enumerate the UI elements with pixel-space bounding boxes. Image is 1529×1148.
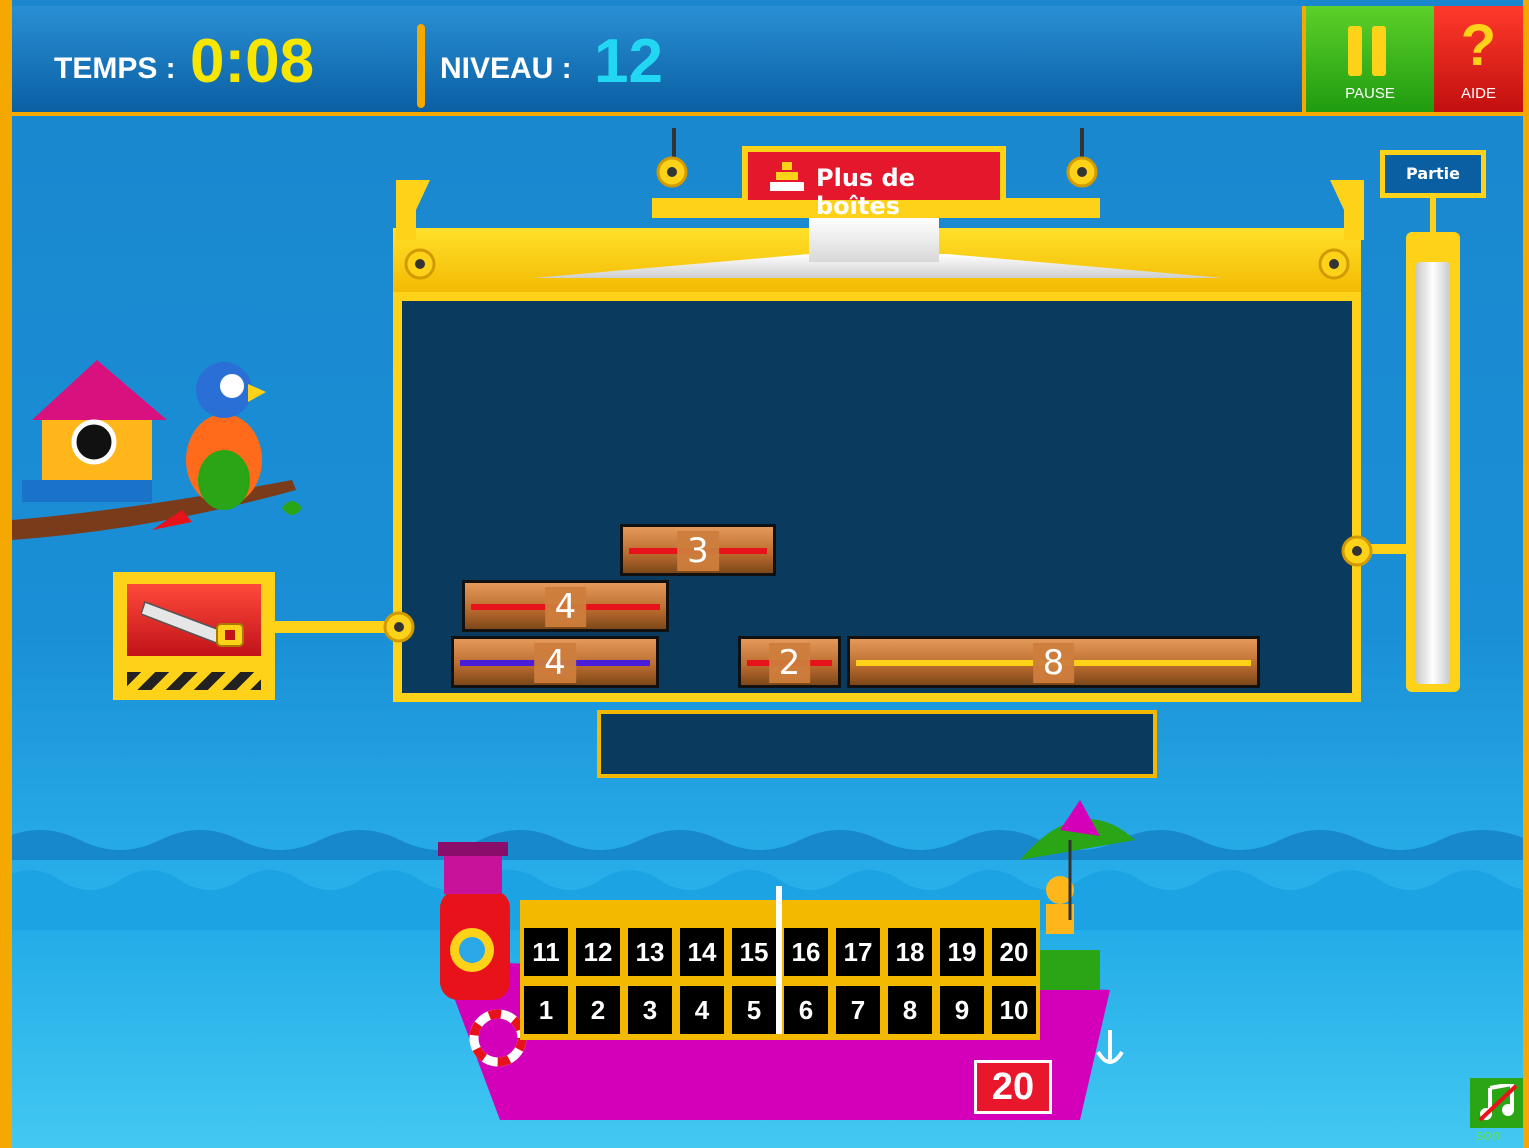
ruler-cell: 3 — [628, 986, 672, 1034]
question-mark-icon: ? — [1460, 13, 1497, 78]
partie-progress-fill — [1416, 262, 1450, 684]
sound-toggle-button[interactable] — [1470, 1078, 1526, 1128]
bar-8[interactable]: 8 — [847, 636, 1260, 688]
pause-label: PAUSE — [1345, 85, 1395, 102]
pulley-left — [656, 156, 688, 188]
help-button[interactable]: ? AIDE — [1434, 6, 1523, 116]
saw-icon — [141, 601, 244, 647]
ruler-cell: 4 — [680, 986, 724, 1034]
ruler-cell: 6 — [784, 986, 828, 1034]
ruler-cell: 13 — [628, 928, 672, 976]
bar-4-red[interactable]: 4 — [462, 580, 669, 632]
ruler-cell: 15 — [732, 928, 776, 976]
frame-border-left — [0, 0, 12, 1148]
ruler-cell: 12 — [576, 928, 620, 976]
temps-value: 0:08 — [190, 27, 315, 96]
niveau-value: 12 — [594, 27, 663, 96]
bar-value: 4 — [544, 587, 587, 627]
ruler-cell: 14 — [680, 928, 724, 976]
partie-label: Partie — [1406, 164, 1460, 183]
ruler-cell: 18 — [888, 928, 932, 976]
ruler-cell: 10 — [992, 986, 1036, 1034]
bar-value: 2 — [768, 643, 811, 683]
bolt-saw — [383, 611, 415, 643]
ruler-cell: 5 — [732, 986, 776, 1034]
ruler-cell: 7 — [836, 986, 880, 1034]
bar-3[interactable]: 3 — [620, 524, 776, 576]
hud-separator — [417, 24, 425, 108]
ruler-cell: 16 — [784, 928, 828, 976]
help-label: AIDE — [1460, 85, 1496, 102]
ruler-cell: 8 — [888, 986, 932, 1034]
bolt-right — [1318, 248, 1350, 280]
panel-clamp-right — [1330, 180, 1364, 240]
partie-label-box: Partie — [1380, 150, 1486, 198]
ruler-midline — [776, 886, 782, 1034]
pause-button[interactable]: PAUSE — [1302, 6, 1438, 116]
ruler-cell: 2 — [576, 986, 620, 1034]
more-boxes-button[interactable]: Plus de boîtes — [742, 146, 1006, 220]
pause-icon — [1348, 26, 1386, 76]
scale-stem — [809, 218, 939, 262]
hazard-stripes — [127, 672, 261, 690]
ruler-cell: 11 — [524, 928, 568, 976]
bar-2[interactable]: 2 — [738, 636, 841, 688]
more-boxes-label: Plus de boîtes — [816, 164, 915, 220]
boxes-stack-icon — [770, 162, 804, 191]
temps-label: TEMPS : — [54, 52, 176, 85]
bolt-partie — [1341, 535, 1373, 567]
panel-clamp-left — [396, 180, 430, 240]
music-note-muted-icon — [1478, 1084, 1518, 1122]
saw-tool-button[interactable] — [113, 572, 275, 700]
answer-tray[interactable] — [597, 710, 1157, 778]
panel-header — [393, 218, 1361, 296]
saw-panel — [127, 584, 261, 656]
sound-label: son — [1476, 1128, 1501, 1144]
frame-border-right — [1523, 0, 1529, 1148]
pulley-right — [1066, 156, 1098, 188]
niveau-label: NIVEAU : — [440, 52, 572, 85]
bar-4-blue[interactable]: 4 — [451, 636, 659, 688]
game-stage: TEMPS : 0:08 NIVEAU : 12 PAUSE ? AIDE Pl… — [0, 0, 1529, 1148]
bar-value: 4 — [534, 643, 576, 683]
bolt-left — [404, 248, 436, 280]
ruler-cell: 19 — [940, 928, 984, 976]
partie-hanger — [1430, 196, 1436, 236]
parrot-birdhouse-illustration — [12, 360, 302, 540]
target-number-badge: 20 — [974, 1060, 1052, 1114]
bar-value: 3 — [677, 531, 719, 571]
ruler-cell: 1 — [524, 986, 568, 1034]
bar-value: 8 — [1032, 643, 1075, 683]
ruler-cell: 17 — [836, 928, 880, 976]
ruler-cell: 20 — [992, 928, 1036, 976]
ruler-cell: 9 — [940, 986, 984, 1034]
